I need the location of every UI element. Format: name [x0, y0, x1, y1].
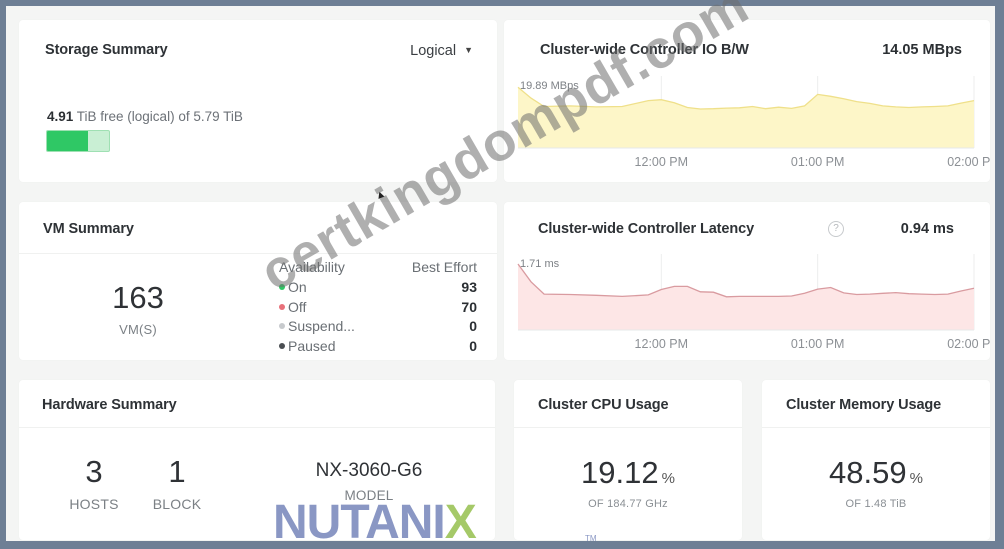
series-area	[518, 87, 974, 148]
storage-mode-selected: Logical	[410, 43, 457, 59]
vm-status-value: 70	[461, 298, 477, 315]
storage-summary-widget: Storage Summary Logical ▼ 4.91 TiB free (…	[19, 20, 497, 182]
vm-status-row[interactable]: Paused 0	[279, 337, 477, 357]
memory-capacity: OF 1.48 TiB	[845, 498, 907, 510]
hardware-model: NX-3060-G6	[315, 460, 423, 481]
cpu-usage-unit: %	[661, 470, 675, 487]
col-availability: Availability	[279, 259, 345, 275]
vm-status-row[interactable]: On 93	[279, 278, 477, 298]
cpu-usage-number: 19.12	[581, 455, 659, 490]
x-tick-label: 12:00 PM	[635, 155, 689, 169]
vm-status-label: On	[279, 278, 307, 298]
x-tick-label: 01:00 PM	[791, 337, 845, 351]
vm-status-label: Paused	[279, 337, 335, 357]
trademark-label: TM	[585, 534, 597, 543]
hosts-label: HOSTS	[69, 496, 119, 512]
storage-free-value: 4.91	[47, 109, 74, 124]
vm-count-label: VM(S)	[119, 322, 157, 337]
status-dot-icon	[279, 284, 285, 290]
vm-status-label: Off	[279, 298, 306, 318]
vm-status-value: 0	[469, 337, 477, 354]
vm-count: 163	[112, 280, 164, 315]
vm-status-label: Suspend...	[279, 317, 355, 337]
hosts-count: 3	[85, 454, 103, 489]
latency-current-value: 0.94 ms	[900, 221, 954, 237]
memory-usage-value: 48.59%	[762, 455, 990, 491]
blocks-label: BLOCK	[152, 496, 202, 512]
vm-summary-widget: VM Summary 163 VM(S) Availability Best E…	[19, 202, 497, 360]
y-max-label: 19.89 MBps	[520, 80, 579, 92]
x-tick-label: 02:00 PM	[947, 155, 990, 169]
io-bw-current-value: 14.05 MBps	[882, 42, 962, 58]
x-tick-label: 01:00 PM	[791, 155, 845, 169]
storage-mode-dropdown[interactable]: Logical ▼	[410, 43, 473, 59]
vm-status-row[interactable]: Off 70	[279, 298, 477, 318]
vm-status-value: 93	[461, 279, 477, 295]
dashboard-canvas: Storage Summary Logical ▼ 4.91 TiB free (…	[6, 6, 995, 541]
divider	[19, 253, 497, 254]
storage-usage-bar-fill	[47, 131, 88, 151]
vm-status-table: Availability Best Effort On 93 Off 70 Suspen…	[279, 259, 477, 356]
vm-status-value: 0	[469, 318, 477, 334]
divider	[514, 427, 742, 428]
latency-chart[interactable]: 1.71 ms 12:00 PM 01:00 PM 02:00 PM	[504, 246, 990, 360]
help-icon[interactable]: ?	[828, 221, 844, 237]
series-line	[517, 86, 975, 110]
controller-latency-widget: Cluster-wide Controller Latency ? 0.94 m…	[504, 202, 990, 360]
cpu-usage-value: 19.12%	[514, 455, 742, 491]
storage-free-label: TiB free (logical) of 5.79 TiB	[73, 109, 243, 124]
cluster-cpu-usage-widget: Cluster CPU Usage 19.12% OF 184.77 GHz	[514, 380, 742, 540]
hardware-summary-title: Hardware Summary	[42, 397, 177, 413]
controller-io-bw-widget: Cluster-wide Controller IO B/W 14.05 MBp…	[504, 20, 990, 182]
cpu-capacity: OF 184.77 GHz	[588, 498, 668, 510]
status-dot-icon	[279, 342, 285, 349]
io-bw-title: Cluster-wide Controller IO B/W	[540, 42, 749, 58]
divider	[19, 427, 495, 428]
logo-text: NUTANIX	[273, 496, 477, 549]
vm-table-header: Availability Best Effort	[279, 259, 477, 275]
x-tick-label: 12:00 PM	[635, 337, 689, 351]
memory-usage-number: 48.59	[829, 455, 907, 490]
cpu-usage-title: Cluster CPU Usage	[538, 397, 669, 413]
io-bw-chart[interactable]: 19.89 MBps 12:00 PM 01:00 PM 02:00 PM	[504, 64, 990, 182]
blocks-count: 1	[168, 454, 186, 489]
chevron-down-icon: ▼	[464, 45, 473, 55]
latency-title: Cluster-wide Controller Latency	[538, 221, 755, 237]
status-dot-icon	[279, 323, 285, 329]
vm-summary-title: VM Summary	[43, 221, 134, 237]
divider	[762, 427, 990, 428]
storage-free-text: 4.91 TiB free (logical) of 5.79 TiB	[47, 109, 243, 124]
y-max-label: 1.71 ms	[520, 258, 560, 270]
x-tick-label: 02:00 PM	[947, 337, 990, 351]
storage-summary-title: Storage Summary	[45, 42, 168, 58]
status-dot-icon	[279, 303, 285, 310]
col-best-effort: Best Effort	[411, 259, 477, 275]
memory-usage-unit: %	[909, 470, 923, 487]
storage-usage-bar	[46, 130, 110, 152]
vm-status-row[interactable]: Suspend... 0	[279, 317, 477, 337]
memory-usage-title: Cluster Memory Usage	[786, 397, 942, 413]
cluster-memory-usage-widget: Cluster Memory Usage 48.59% OF 1.48 TiB	[762, 380, 990, 540]
series-line	[517, 263, 975, 298]
